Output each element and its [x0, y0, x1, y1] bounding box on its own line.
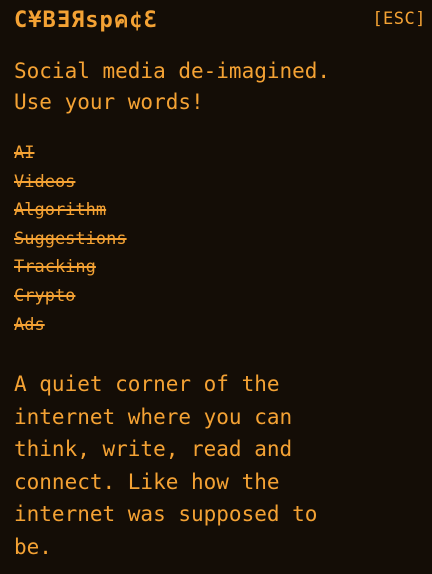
about-line: internet was supposed to — [14, 502, 318, 526]
about-line: connect. Like how the — [14, 469, 280, 494]
about-line: be. — [14, 534, 52, 559]
about-line: internet where you can — [14, 404, 293, 429]
tagline: Social media de-imagined. Use your words… — [14, 56, 424, 118]
rejected-features-list: AI Videos Algorithm Suggestions Tracking… — [14, 139, 127, 339]
app-logo: C¥BƎЯspค¢Ɛ — [14, 7, 158, 33]
rejected-feature-suggestions: Suggestions — [14, 228, 127, 249]
about-line: think, write, read and — [14, 437, 293, 461]
about-line: A quiet corner of the — [14, 372, 280, 396]
rejected-feature-crypto: Crypto — [14, 285, 76, 306]
app-screen: C¥BƎЯspค¢Ɛ [ESC] Social media de-imagine… — [0, 0, 432, 574]
rejected-feature-algorithm: Algorithm — [14, 200, 107, 221]
rejected-feature-ai: AI — [14, 143, 35, 163]
rejected-feature-tracking: Tracking — [14, 257, 96, 278]
rejected-feature-videos: Videos — [14, 171, 76, 192]
escape-button[interactable]: [ESC] — [372, 9, 426, 29]
header: C¥BƎЯspค¢Ɛ [ESC] — [14, 6, 426, 33]
rejected-feature-ads: Ads — [14, 314, 45, 335]
tagline-line: Social media de-imagined. — [14, 59, 331, 83]
about-text: A quiet corner of the internet where you… — [14, 368, 424, 563]
tagline-line: Use your words! — [14, 90, 204, 114]
